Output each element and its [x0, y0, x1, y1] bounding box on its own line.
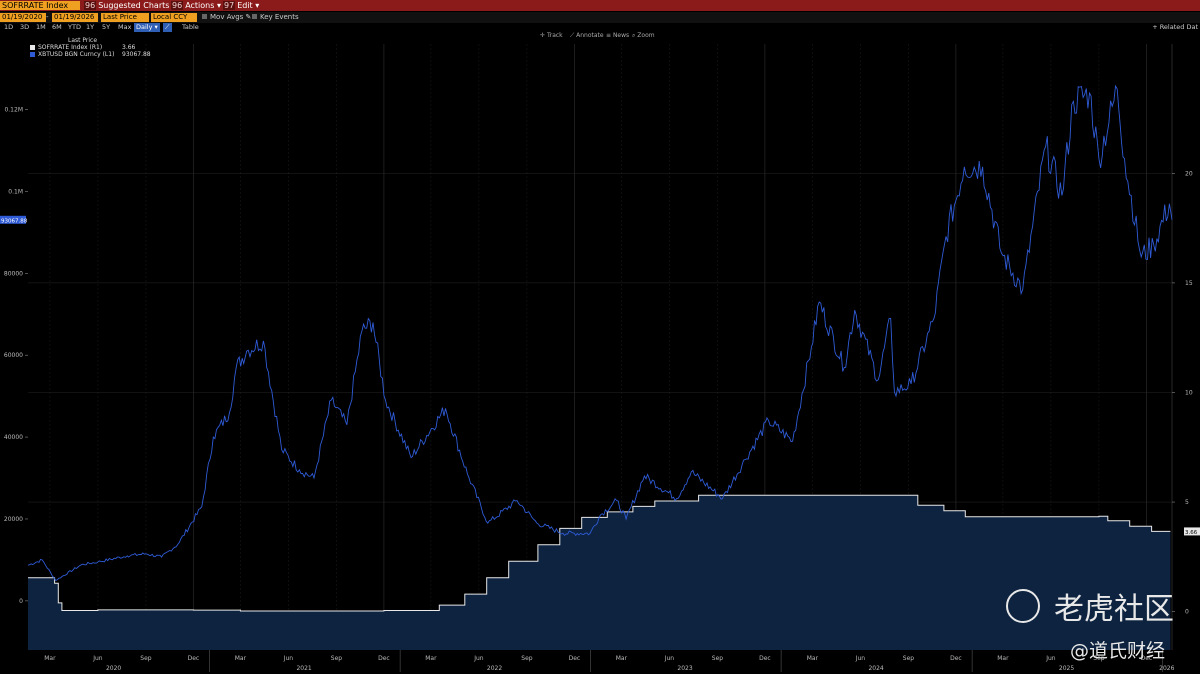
x-tick-label: Sep: [712, 655, 724, 662]
x-tick-label: Mar: [807, 655, 819, 662]
legend-label-btc: XBTUSD BGN Curncy (L1): [38, 51, 115, 58]
btc-last-value: 93067.88: [1, 218, 28, 224]
x-axis: Mar Jun Sep Dec Mar Jun Sep Dec Mar Jun Sep Dec Mar J…: [44, 650, 1175, 672]
year-label: 2026: [1159, 665, 1174, 672]
x-tick-label: Dec: [950, 655, 962, 662]
left-tick-label: 0.1M: [8, 188, 23, 195]
x-tick-label: Jun: [92, 655, 103, 662]
legend-item-btc[interactable]: XBTUSD BGN Curncy (L1) 93067.88: [30, 51, 151, 58]
x-tick-label: Dec: [569, 655, 581, 662]
left-tick-label: 60000: [4, 352, 23, 359]
x-tick-label: Dec: [188, 655, 200, 662]
legend-value-btc: 93067.88: [122, 51, 151, 58]
btc-line: [27, 84, 1173, 581]
x-tick-label: Jun: [664, 655, 675, 662]
legend-swatch-sofr: [30, 45, 35, 50]
price-chart[interactable]: 0 20000 40000 60000 80000 0.1M 0.12M 93067.88 0…: [0, 0, 1200, 674]
x-tick-label: Mar: [44, 655, 56, 662]
left-axis: 0 20000 40000 60000 80000 0.1M 0.12M 93067.88: [0, 107, 28, 605]
left-tick-label: 20000: [4, 516, 23, 523]
year-label: 2020: [106, 665, 121, 672]
author-watermark: @道氏财经: [1070, 640, 1166, 662]
x-tick-label: Sep: [331, 655, 343, 662]
left-tick-label: 40000: [4, 434, 23, 441]
legend-value-sofr: 3.66: [122, 44, 136, 51]
legend-item-sofr[interactable]: SOFRRATE Index (R1) 3.66: [30, 44, 135, 51]
x-tick-label: Dec: [378, 655, 390, 662]
left-tick-label: 0.12M: [4, 107, 23, 114]
right-tick-label: 10: [1185, 389, 1193, 396]
x-tick-label: Jun: [855, 655, 866, 662]
right-tick-label: 5: [1185, 499, 1189, 506]
right-tick-label: 20: [1185, 170, 1193, 177]
right-axis: 0 5 10 15 20 3.66: [1172, 170, 1200, 616]
x-tick-label: Mar: [616, 655, 628, 662]
x-tick-label: Dec: [759, 655, 771, 662]
x-tick-label: Sep: [140, 655, 152, 662]
sofr-last-value: 3.66: [1185, 530, 1198, 536]
year-label: 2022: [487, 665, 502, 672]
x-tick-label: Jun: [473, 655, 484, 662]
x-tick-label: Jun: [283, 655, 294, 662]
x-tick-label: Jun: [1045, 655, 1056, 662]
right-tick-label: 0: [1185, 609, 1189, 616]
left-tick-label: 80000: [4, 270, 23, 277]
legend-title: Last Price: [68, 37, 98, 44]
x-tick-label: Mar: [425, 655, 437, 662]
brand-watermark-text: 老虎社区: [1054, 592, 1174, 627]
chart-legend: Last Price SOFRRATE Index (R1) 3.66 XBTUS…: [30, 37, 151, 58]
year-label: 2023: [677, 665, 692, 672]
year-label: 2025: [1059, 665, 1074, 672]
year-label: 2024: [868, 665, 883, 672]
x-tick-label: Sep: [521, 655, 533, 662]
x-tick-label: Sep: [903, 655, 915, 662]
x-tick-label: Mar: [997, 655, 1009, 662]
legend-label-sofr: SOFRRATE Index (R1): [38, 44, 103, 51]
left-tick-label: 0: [19, 598, 23, 605]
brand-watermark: 老虎社区: [1006, 584, 1174, 628]
x-tick-label: Mar: [235, 655, 247, 662]
legend-swatch-btc: [30, 52, 35, 57]
right-tick-label: 15: [1185, 280, 1193, 287]
tiger-logo-icon: [1006, 589, 1040, 623]
year-label: 2021: [296, 665, 311, 672]
